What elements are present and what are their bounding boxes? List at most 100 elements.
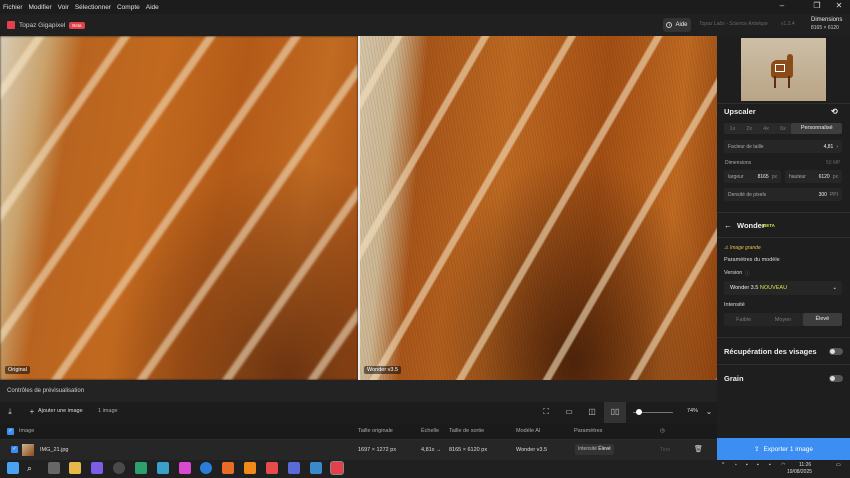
size-factor-value: 4,81 [823, 143, 834, 150]
clock-time[interactable]: 11:26 [799, 462, 811, 468]
height-field[interactable]: hauteur 6120 px [785, 170, 842, 183]
menu-compte[interactable]: Compte [117, 4, 140, 11]
col-original-size[interactable]: Taille originale [358, 428, 393, 434]
intensity-medium[interactable]: Moyen [763, 317, 802, 323]
width-value: 8165 [757, 173, 769, 180]
maximize-icon[interactable]: ❐ [812, 1, 822, 11]
app-icon[interactable] [135, 462, 147, 474]
single-view-icon[interactable]: ▭ [563, 406, 575, 418]
crop-icon[interactable]: ⟲ [831, 107, 838, 116]
vlc-icon[interactable] [244, 462, 256, 474]
menu-modifier[interactable]: Modifier [29, 4, 52, 11]
app-window: Fichier Modifier Voir Sélectionner Compt… [0, 0, 850, 478]
face-recovery-label: Récupération des visages [724, 347, 817, 356]
menu-bar: Fichier Modifier Voir Sélectionner Compt… [0, 0, 850, 14]
tray-icon[interactable]: ▪ [757, 462, 759, 468]
col-scale[interactable]: Échelle [421, 428, 439, 434]
menu-fichier[interactable]: Fichier [3, 4, 23, 11]
params-badge-value: Élevé [598, 446, 611, 452]
file-name: IMG_21.jpg [40, 447, 69, 453]
file-explorer-icon[interactable] [69, 462, 81, 474]
version-info-icon: ⓘ [745, 271, 751, 277]
col-params[interactable]: Paramètres [574, 428, 602, 434]
split-view-icon[interactable]: ◫ [586, 406, 598, 418]
menu-selectionner[interactable]: Sélectionner [75, 4, 111, 11]
scale-6x[interactable]: 6x [775, 126, 792, 132]
help-button[interactable]: i Aide [663, 18, 691, 32]
tray-chevron-icon[interactable]: ^ [722, 462, 724, 468]
close-icon[interactable]: ✕ [834, 1, 844, 11]
menu-voir[interactable]: Voir [58, 4, 69, 11]
network-icon[interactable]: ◠ [781, 462, 785, 468]
grain-toggle[interactable] [829, 375, 843, 382]
chevron-down-icon: ⌄ [832, 285, 837, 291]
app-icon[interactable] [222, 462, 234, 474]
scale-custom[interactable]: Personnalisé [791, 123, 843, 134]
tray-icon[interactable]: ▪ [769, 462, 771, 468]
viewport-frame[interactable] [775, 64, 785, 72]
navigator-thumbnail[interactable] [741, 38, 826, 101]
teams-icon[interactable] [288, 462, 300, 474]
zoom-slider-handle[interactable] [636, 409, 642, 415]
delete-icon[interactable]: 🗑 [694, 445, 703, 453]
tray-icon[interactable]: ▪ [735, 462, 737, 468]
clock-date[interactable]: 19/08/2025 [787, 469, 812, 475]
width-unit: px [771, 173, 777, 180]
size-factor-field[interactable]: Facteur de taille 4,81 › [724, 140, 842, 153]
height-unit: px [832, 173, 838, 180]
col-output-size[interactable]: Taille de sortie [449, 428, 484, 434]
chevron-down-icon[interactable]: ⌄ [703, 406, 715, 418]
select-all-checkbox[interactable]: ✓ [7, 428, 14, 435]
chrome-icon[interactable] [113, 462, 125, 474]
add-image-button[interactable]: Ajouter une image [38, 408, 83, 414]
row-checkbox[interactable]: ✓ [11, 446, 18, 453]
dimensions-label: Dimensions [811, 17, 843, 23]
export-button[interactable]: ⇪ Exporter 1 image [717, 438, 850, 460]
model-beta-tag: BETA [763, 223, 775, 228]
antelope-leg [774, 76, 776, 88]
edge-icon[interactable] [200, 462, 212, 474]
density-field[interactable]: Densité de pixels 300 PPI [724, 188, 842, 201]
scale-1x[interactable]: 1x [724, 126, 741, 132]
app-icon[interactable] [310, 462, 322, 474]
search-icon[interactable]: ⌕ [27, 462, 39, 474]
preview-area[interactable]: Original Wonder v3.5 [0, 36, 717, 380]
density-label: Densité de pixels [728, 191, 767, 198]
app-icon[interactable] [157, 462, 169, 474]
params-badge: Intensité Élevé [575, 444, 614, 455]
windows-start-icon[interactable] [7, 462, 19, 474]
back-arrow-icon[interactable]: ← [724, 221, 732, 230]
width-field[interactable]: largeur 8165 px [724, 170, 781, 183]
upscaled-preview [359, 36, 717, 380]
model-params-title: Paramètres du modèle [724, 257, 780, 263]
app-icon[interactable] [91, 462, 103, 474]
intensity-high[interactable]: Élevé [802, 313, 842, 326]
task-view-icon[interactable] [48, 462, 60, 474]
side-by-side-icon: ▯▯ [610, 407, 620, 416]
chevron-icon: › [836, 143, 838, 150]
dimensions-value: 8165 × 6120 [811, 25, 839, 31]
face-recovery-toggle[interactable] [829, 348, 843, 355]
compare-divider[interactable] [358, 36, 360, 380]
notification-icon[interactable]: ▭ [836, 462, 841, 468]
preview-controls-bar[interactable]: Contrôles de prévisualisation [0, 380, 717, 402]
version-select[interactable]: Wonder 3.5 NOUVEAU ⌄ [724, 281, 842, 295]
divider [717, 212, 850, 213]
app-icon[interactable] [179, 462, 191, 474]
download-icon[interactable]: ⤓ [4, 406, 16, 418]
scale-2x[interactable]: 2x [741, 126, 758, 132]
menu-aide[interactable]: Aide [146, 4, 159, 11]
scale-4x[interactable]: 4x [758, 126, 775, 132]
col-ai-model[interactable]: Modèle AI [516, 428, 540, 434]
col-image[interactable]: Image [19, 428, 34, 434]
app-version: v1.3.4 [781, 21, 795, 27]
plus-icon[interactable]: + [26, 406, 38, 418]
tray-icon[interactable]: ▪ [746, 462, 748, 468]
intensity-low[interactable]: Faible [724, 317, 763, 323]
app-icon[interactable] [266, 462, 278, 474]
topaz-taskbar-icon[interactable] [330, 461, 344, 475]
fit-view-icon[interactable]: ⛶ [540, 406, 552, 418]
minimize-icon[interactable]: – [777, 1, 787, 11]
app-name: Topaz Gigapixel [19, 21, 66, 29]
warning-text: Image grande [729, 245, 761, 251]
